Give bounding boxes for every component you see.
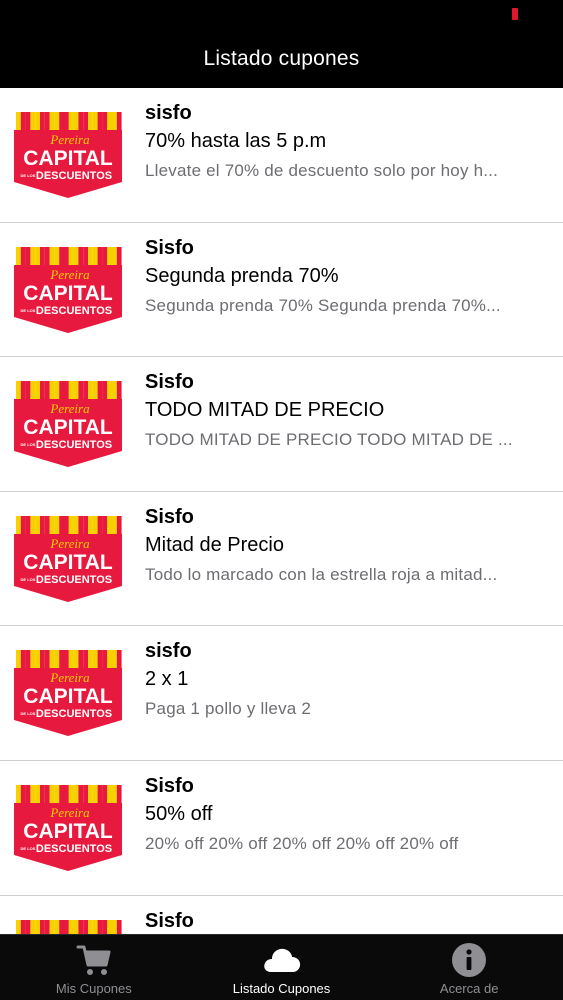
logo-line3-small: DE LOS [21, 577, 36, 582]
coupon-text: sisfo 70% hasta las 5 p.m Llevate el 70% d… [145, 100, 543, 186]
coupon-text: Sisfo Segunda prenda 70% Segunda prenda 70… [145, 235, 543, 321]
coupon-store: sisfo [145, 640, 192, 663]
logo-line3: DESCUENTOS [36, 843, 112, 855]
coupon-logo: Pereira CAPITAL DE LOS DESCUENTOS [14, 245, 122, 335]
coupon-store: sisfo [145, 102, 192, 124]
coupon-description: Paga 1 pollo y lleva 2 [145, 699, 312, 719]
coupon-description: TODO MITAD DE PRECIO TODO MITAD DE ... [145, 430, 513, 450]
coupon-title: 50% off [145, 802, 213, 825]
logo-line3-small: DE LOS [21, 173, 36, 178]
coupon-store: Sisfo [145, 236, 194, 259]
logo-line1: Pereira [49, 132, 90, 147]
coupon-store: Sisfo [145, 774, 194, 797]
coupon-title: 70% hasta las 5 p.m [145, 130, 327, 152]
coupon-title: TODO MITAD DE PRECIO [145, 399, 385, 422]
pereira-capital-logo: Pereira CAPITAL DE LOS DESCUENTOS [14, 650, 122, 737]
coupon-text: Sisfo TODO MITAD DE PRECIO TODO MITAD DE P… [145, 369, 543, 455]
logo-line3-small: DE LOS [21, 442, 36, 447]
coupon-logo: Pereira CAPITAL DE LOS DESCUENTOS [14, 648, 122, 738]
logo-line2: CAPITAL [23, 551, 113, 574]
coupon-row[interactable]: Pereira CAPITAL DE LOS DESCUENTOS sisfo 2… [0, 626, 563, 761]
coupon-description: Segunda prenda 70% Segunda prenda 70%... [145, 295, 501, 315]
logo-line2: CAPITAL [23, 685, 113, 708]
coupon-row[interactable]: Pereira CAPITAL DE LOS DESCUENTOS Sisfo T… [0, 357, 563, 492]
coupon-logo: Pereira CAPITAL DE LOS DESCUENTOS [14, 379, 122, 469]
logo-line3: DESCUENTOS [36, 574, 112, 586]
pereira-capital-logo: Pereira CAPITAL DE LOS DESCUENTOS [14, 784, 122, 871]
logo-line1: Pereira [49, 401, 90, 416]
coupon-description: Todo lo marcado con la estrella roja a m… [145, 564, 498, 584]
tab-acerca-de[interactable]: Acerca de [375, 935, 563, 1000]
tab-label: Listado Cupones [232, 981, 331, 996]
tab-mis-cupones[interactable]: Mis Cupones [0, 935, 188, 1000]
coupon-store: Sisfo [145, 371, 194, 394]
pereira-capital-logo: Pereira CAPITAL DE LOS DESCUENTOS [14, 515, 122, 602]
logo-line2: CAPITAL [23, 416, 113, 439]
coupon-list[interactable]: Pereira CAPITAL DE LOS DESCUENTOS sisfo 7… [0, 88, 563, 934]
logo-line2: CAPITAL [23, 282, 113, 305]
pereira-capital-logo: Pereira CAPITAL DE LOS DESCUENTOS [14, 246, 122, 333]
pereira-capital-logo: Pereira CAPITAL DE LOS DESCUENTOS [16, 919, 122, 934]
cloud-icon [262, 941, 302, 979]
coupon-text: Sisfo [145, 908, 543, 934]
logo-line1: Pereira [49, 267, 90, 282]
logo-line1: Pereira [49, 670, 90, 685]
pereira-capital-logo: Pereira CAPITAL DE LOS DESCUENTOS [14, 112, 122, 198]
coupon-store: Sisfo [145, 909, 194, 932]
tab-label: Mis Cupones [55, 981, 132, 996]
logo-line3-small: DE LOS [21, 308, 36, 313]
page-title: Listado cupones [203, 47, 360, 70]
tab-bar: Mis Cupones Listado Cupones Acerca de [0, 934, 563, 1000]
logo-line1: Pereira [49, 536, 90, 551]
coupon-text: Sisfo 50% off 20% off 20% off 20% off 20% … [145, 773, 543, 859]
coupon-row[interactable]: Pereira CAPITAL DE LOS DESCUENTOS Sisfo S… [0, 223, 563, 358]
cart-icon [74, 941, 114, 979]
coupon-logo: Pereira CAPITAL DE LOS DESCUENTOS [14, 783, 122, 873]
coupon-logo: Pereira CAPITAL DE LOS DESCUENTOS [14, 918, 122, 934]
logo-line3-small: DE LOS [21, 711, 36, 716]
logo-line3: DESCUENTOS [36, 439, 112, 451]
coupon-title: Segunda prenda 70% [145, 264, 339, 287]
battery-icon [512, 8, 518, 20]
info-icon [449, 941, 489, 979]
coupon-row[interactable]: Pereira CAPITAL DE LOS DESCUENTOS Sisfo 5… [0, 761, 563, 896]
coupon-logo: Pereira CAPITAL DE LOS DESCUENTOS [14, 110, 122, 200]
logo-line2: CAPITAL [23, 820, 113, 843]
coupon-row[interactable]: Pereira CAPITAL DE LOS DESCUENTOS Sisfo M… [0, 492, 563, 627]
logo-line1: Pereira [49, 805, 90, 820]
logo-line3: DESCUENTOS [36, 708, 112, 720]
coupon-logo: Pereira CAPITAL DE LOS DESCUENTOS [14, 514, 122, 604]
coupon-description: Llevate el 70% de descuento solo por hoy… [145, 161, 499, 180]
tab-listado-cupones[interactable]: Listado Cupones [188, 935, 376, 1000]
coupon-row[interactable]: Pereira CAPITAL DE LOS DESCUENTOS sisfo 7… [0, 88, 563, 223]
logo-line3-small: DE LOS [21, 846, 36, 851]
logo-line3: DESCUENTOS [36, 305, 112, 317]
logo-line2: CAPITAL [23, 147, 113, 170]
coupon-row[interactable]: Pereira CAPITAL DE LOS DESCUENTOS Sisfo [0, 896, 563, 934]
coupon-description: 20% off 20% off 20% off 20% off 20% off [145, 833, 459, 853]
coupon-text: sisfo 2 x 1 Paga 1 pollo y lleva 2 [145, 638, 543, 724]
status-bar [0, 0, 563, 30]
navigation-bar: Listado cupones [0, 30, 563, 88]
pereira-capital-logo: Pereira CAPITAL DE LOS DESCUENTOS [14, 381, 122, 468]
coupon-title: 2 x 1 [145, 668, 189, 691]
coupon-text: Sisfo Mitad de Precio Todo lo marcado con … [145, 504, 543, 590]
coupon-store: Sisfo [145, 505, 194, 528]
logo-line3: DESCUENTOS [36, 170, 112, 182]
tab-label: Acerca de [439, 981, 499, 996]
coupon-title: Mitad de Precio [145, 533, 284, 556]
